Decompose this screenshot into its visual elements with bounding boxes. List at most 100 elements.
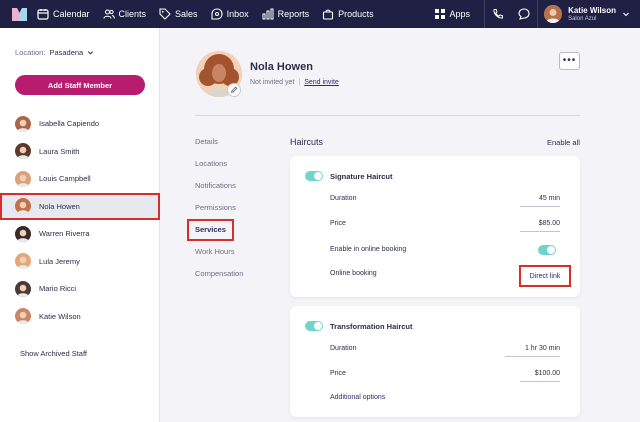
service-toggle[interactable]: [305, 171, 323, 181]
avatar: [15, 143, 31, 160]
avatar: [15, 115, 31, 132]
nav-apps-label: Apps: [449, 9, 471, 19]
nav-apps[interactable]: Apps: [434, 0, 471, 28]
tab-label: Locations: [195, 159, 228, 168]
tab-notifications[interactable]: Notifications: [195, 180, 243, 202]
staff-name: Laura Smith: [39, 146, 80, 156]
more-options-button[interactable]: •••: [559, 52, 580, 70]
staff-name: Katie Wilson: [39, 311, 81, 321]
pencil-icon: [231, 86, 238, 93]
tab-label: Permissions: [195, 203, 236, 212]
price-underline: [520, 231, 560, 232]
tab-services[interactable]: Services: [187, 219, 243, 246]
avatar: [15, 170, 31, 187]
staff-name: Warren Riverra: [39, 229, 90, 239]
nav-reports-label: Reports: [277, 9, 310, 19]
staff-name: Lula Jeremy: [39, 256, 80, 266]
duration-value[interactable]: 1 hr 30 min: [525, 345, 560, 352]
grid-icon: [434, 9, 445, 19]
staff-list-item[interactable]: Isabella Capiendo: [0, 110, 160, 138]
service-toggle[interactable]: [305, 321, 323, 331]
duration-value[interactable]: 45 min: [539, 195, 560, 202]
avatar: [15, 308, 31, 325]
nav-reports[interactable]: Reports: [262, 0, 310, 28]
bag-icon: [323, 9, 334, 20]
location-value: Pasadena: [49, 48, 84, 57]
calendar-icon: [37, 9, 49, 20]
tab-work-hours[interactable]: Work Hours: [195, 246, 243, 268]
staff-name: Nola Howen: [39, 201, 80, 211]
staff-detail: Nola Howen Not invited yet | Send invite •…: [160, 28, 640, 422]
service-card-transformation-haircut: Transformation Haircut Duration 1 hr 30 …: [290, 306, 580, 417]
tab-label: Services: [187, 219, 234, 241]
nav-products[interactable]: Products: [322, 0, 374, 28]
nav-sales[interactable]: Sales: [159, 0, 198, 28]
add-staff-button[interactable]: Add Staff Member: [15, 75, 145, 95]
staff-list-item[interactable]: Louis Campbell: [0, 165, 160, 193]
nav-clients-label: Clients: [118, 9, 147, 19]
user-menu[interactable]: Katie Wilson Salon Azul: [544, 5, 630, 23]
service-header: Transformation Haircut: [305, 321, 413, 331]
nav-products-label: Products: [338, 9, 374, 19]
staff-list-item[interactable]: Mario Ricci: [0, 275, 160, 303]
staff-sidebar: Location: Pasadena Add Staff Member Isab…: [0, 28, 160, 422]
tab-label: Details: [195, 137, 218, 146]
duration-underline: [505, 356, 560, 357]
invite-status-text: Not invited yet: [250, 79, 295, 86]
price-value[interactable]: $85.00: [539, 220, 560, 227]
location-selector[interactable]: Location: Pasadena: [15, 48, 94, 57]
staff-list-item[interactable]: Lula Jeremy: [0, 248, 160, 276]
additional-options-link[interactable]: Additional options: [330, 394, 385, 401]
price-underline: [520, 381, 560, 382]
staff-list-item[interactable]: Katie Wilson: [0, 303, 160, 331]
tab-label: Compensation: [195, 269, 244, 278]
price-value[interactable]: $100.00: [535, 370, 560, 377]
send-invite-link[interactable]: Send invite: [304, 79, 339, 86]
chevron-down-icon: [623, 12, 629, 17]
online-booking-link-label: Online booking: [330, 270, 377, 277]
nav-inbox[interactable]: Inbox: [211, 0, 249, 28]
more-dots: •••: [562, 55, 577, 66]
phone-button[interactable]: [485, 0, 511, 28]
service-name: Transformation Haircut: [330, 321, 413, 331]
online-booking-toggle[interactable]: [538, 245, 556, 255]
avatar: [15, 253, 31, 270]
avatar: [15, 225, 31, 242]
duration-underline: [520, 206, 560, 207]
top-nav: Calendar Clients Sales Inbox Reports Pro…: [0, 0, 640, 28]
users-icon: [102, 9, 115, 19]
tab-permissions[interactable]: Permissions: [195, 202, 243, 224]
staff-list-item[interactable]: Nola Howen: [0, 192, 160, 220]
invite-status: Not invited yet | Send invite: [250, 79, 339, 86]
tab-locations[interactable]: Locations: [195, 158, 243, 180]
staff-list-item[interactable]: Warren Riverra: [0, 220, 160, 248]
user-location: Salon Azul: [568, 15, 597, 22]
staff-list-item[interactable]: Laura Smith: [0, 138, 160, 166]
edit-photo-button[interactable]: [227, 83, 241, 97]
staff-name: Louis Campbell: [39, 174, 91, 184]
enable-all-link[interactable]: Enable all: [547, 138, 580, 147]
show-archived-link[interactable]: Show Archived Staff: [20, 349, 87, 358]
app-logo-icon[interactable]: [12, 7, 27, 21]
tab-label: Work Hours: [195, 247, 235, 256]
service-header: Signature Haircut: [305, 171, 393, 181]
phone-icon: [493, 9, 504, 19]
nav-calendar[interactable]: Calendar: [37, 0, 90, 28]
direct-link-button[interactable]: Direct link: [519, 265, 571, 287]
separator: |: [298, 79, 301, 86]
nav-inbox-label: Inbox: [226, 9, 249, 19]
profile-name: Nola Howen: [250, 61, 313, 73]
chat-button[interactable]: [511, 0, 537, 28]
inbox-icon: [211, 8, 223, 20]
nav-calendar-label: Calendar: [53, 9, 90, 19]
tab-compensation[interactable]: Compensation: [195, 268, 243, 290]
divider: [195, 115, 580, 116]
duration-label: Duration: [330, 345, 357, 352]
tab-details[interactable]: Details: [195, 136, 243, 158]
nav-clients[interactable]: Clients: [102, 0, 147, 28]
chart-icon: [262, 8, 274, 20]
chevron-down-icon: [88, 51, 94, 55]
avatar: [15, 280, 31, 297]
price-label: Price: [330, 370, 346, 377]
staff-name: Mario Ricci: [39, 284, 77, 294]
